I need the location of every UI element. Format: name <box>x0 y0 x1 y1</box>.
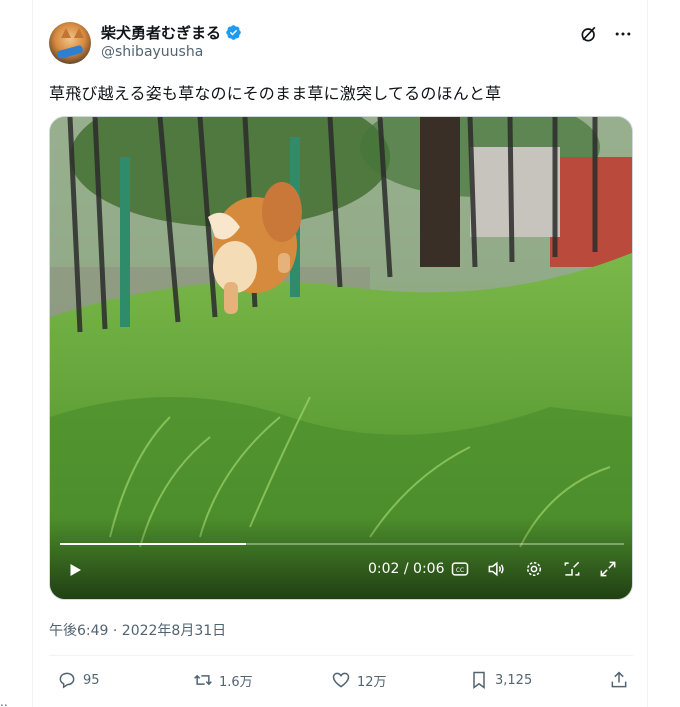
video-player[interactable]: 0:02 / 0:06 CC <box>49 116 633 600</box>
tweet-card: 柴犬勇者むぎまる @shibayuusha 草飛び越える姿も草なのにそのまま草に… <box>32 0 648 707</box>
user-handle[interactable]: @shibayuusha <box>101 44 203 60</box>
verified-badge-icon <box>226 25 241 40</box>
fullscreen-icon[interactable] <box>598 559 618 579</box>
heart-icon <box>332 672 350 688</box>
volume-icon[interactable] <box>486 559 506 579</box>
more-options-icon[interactable] <box>613 24 633 44</box>
video-time: 0:02 / 0:06 <box>368 561 445 577</box>
divider <box>49 655 633 656</box>
name-row: 柴犬勇者むぎまる <box>101 22 242 43</box>
progress-fill <box>60 543 247 545</box>
reply-count: 95 <box>83 672 100 688</box>
like-count: 12万 <box>357 674 387 690</box>
captions-icon[interactable]: CC <box>450 559 470 579</box>
share-icon <box>611 671 627 688</box>
display-name[interactable]: 柴犬勇者むぎまる <box>101 22 221 43</box>
reply-button[interactable]: 95 <box>57 670 100 690</box>
header-actions <box>579 24 633 44</box>
tweet-text: 草飛び越える姿も草なのにそのまま草に激突してるのほんと草 <box>49 84 502 103</box>
svg-text:CC: CC <box>456 568 464 574</box>
bookmark-count: 3,125 <box>495 672 533 688</box>
edge-mark: .. <box>0 695 8 707</box>
avatar[interactable] <box>49 22 91 64</box>
play-icon[interactable] <box>66 561 84 579</box>
video-controls: 0:02 / 0:06 CC <box>50 539 632 599</box>
retweet-count: 1.6万 <box>219 674 253 690</box>
progress-bar[interactable] <box>60 543 624 545</box>
like-button[interactable]: 12万 <box>331 670 387 690</box>
tweet-timestamp[interactable]: 午後6:49 · 2022年8月31日 <box>49 620 226 640</box>
retweet-icon <box>194 674 212 686</box>
share-button[interactable] <box>609 670 629 690</box>
retweet-button[interactable]: 1.6万 <box>193 670 253 690</box>
tweet-header: 柴犬勇者むぎまる @shibayuusha <box>49 20 633 66</box>
reply-icon <box>59 672 75 689</box>
action-bar: 95 1.6万 12万 3,125 <box>49 670 633 696</box>
bookmark-button[interactable]: 3,125 <box>469 670 532 690</box>
pip-icon[interactable] <box>562 559 582 579</box>
grok-icon[interactable] <box>579 24 599 44</box>
settings-icon[interactable] <box>524 559 544 579</box>
bookmark-icon <box>473 671 485 689</box>
video-frame <box>50 117 632 599</box>
